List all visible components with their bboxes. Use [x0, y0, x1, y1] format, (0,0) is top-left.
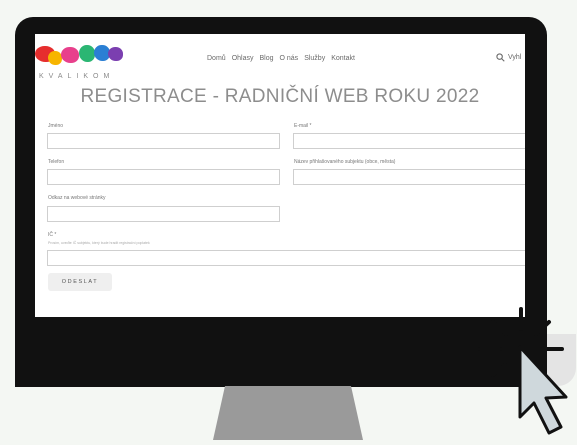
odkaz-field[interactable] [47, 206, 280, 222]
ic-label: IČ * [48, 232, 57, 238]
search-icon [496, 53, 505, 62]
page-title: REGISTRACE - RADNIČNÍ WEB ROKU 2022 [80, 86, 480, 107]
main-nav: Domů Ohlasy Blog O nás Služby Kontakt [207, 55, 355, 62]
logo-blob-green [79, 45, 95, 62]
monitor-stand [213, 386, 363, 440]
telefon-field[interactable] [47, 169, 280, 185]
logo-blob-yellow [48, 51, 62, 65]
telefon-label: Telefon [48, 159, 65, 165]
brand-name: KVALIKOM [39, 73, 115, 80]
jmeno-field[interactable] [47, 133, 280, 149]
search-control[interactable]: Vyhl [496, 53, 521, 62]
jmeno-label: Jméno [48, 123, 64, 129]
email-label: E-mail * [294, 123, 312, 129]
nav-item-sluzby[interactable]: Služby [304, 55, 325, 62]
website-screen: KVALIKOM Domů Ohlasy Blog O nás Služby K… [35, 34, 525, 317]
logo-blob-purple [108, 47, 123, 61]
subjekt-field[interactable] [293, 169, 525, 185]
odkaz-label: Odkaz na webové stránky [48, 195, 106, 201]
ic-field[interactable] [47, 250, 525, 266]
ic-hint: Prosím, uveďte IČ subjektu, který bude h… [48, 241, 150, 245]
nav-item-ohlasy[interactable]: Ohlasy [232, 55, 254, 62]
nav-item-kontakt[interactable]: Kontakt [331, 55, 355, 62]
submit-button[interactable]: ODESLAT [48, 273, 112, 291]
logo-blob-pink [61, 47, 79, 63]
nav-item-o-nas[interactable]: O nás [280, 55, 299, 62]
click-cursor-icon [474, 305, 577, 440]
subjekt-label: Název přihlašovaného subjektu (obce, měs… [294, 159, 396, 165]
search-label: Vyhl [508, 54, 522, 61]
nav-item-blog[interactable]: Blog [259, 55, 273, 62]
email-field[interactable] [293, 133, 525, 149]
nav-item-domu[interactable]: Domů [207, 55, 226, 62]
brand-logo[interactable]: KVALIKOM [35, 40, 135, 80]
